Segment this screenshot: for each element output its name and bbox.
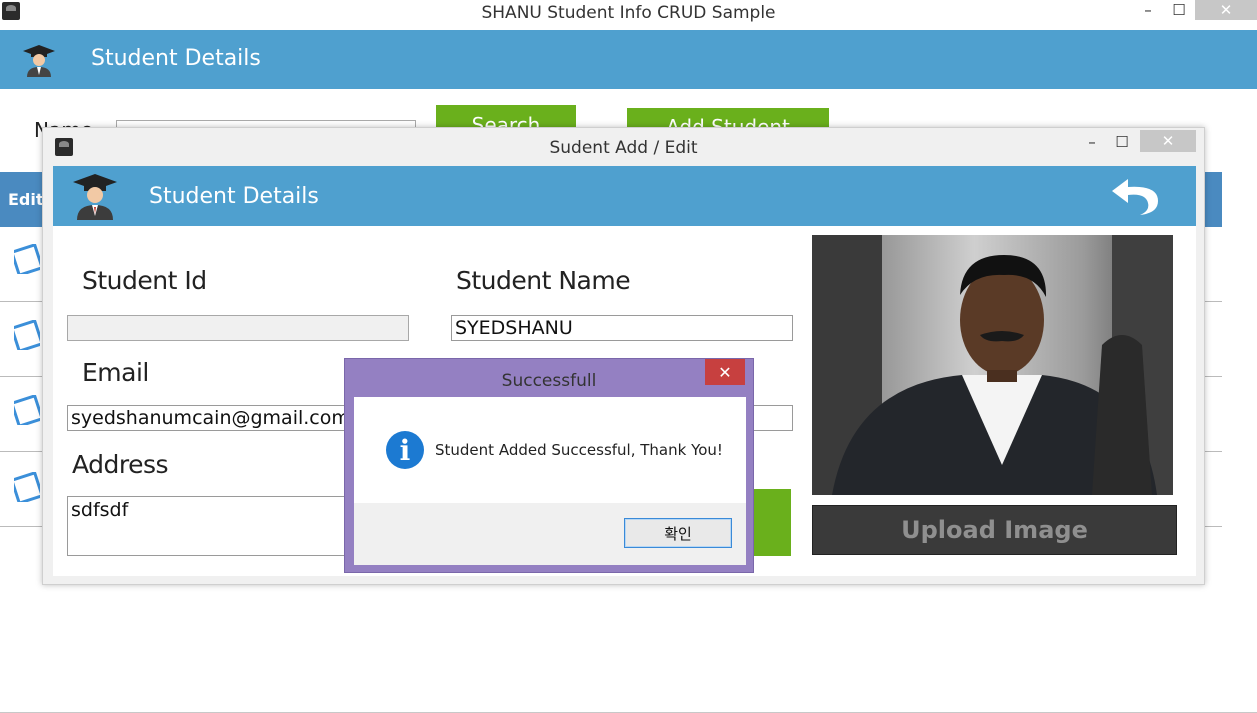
- main-header-title: Student Details: [91, 46, 261, 71]
- message-box-text: Student Added Successful, Thank You!: [435, 441, 723, 459]
- message-box-close-button[interactable]: ✕: [705, 359, 745, 385]
- main-header: Student Details: [0, 30, 1257, 89]
- minimize-button[interactable]: –: [1079, 132, 1105, 152]
- student-photo: [812, 235, 1173, 495]
- student-id-label: Student Id: [82, 266, 207, 295]
- email-label: Email: [82, 358, 149, 387]
- student-photo-image: [812, 235, 1173, 495]
- main-titlebar[interactable]: SHANU Student Info CRUD Sample – ☐ ✕: [0, 0, 1257, 28]
- graduate-icon: [23, 45, 55, 77]
- graduate-icon: [73, 174, 117, 220]
- main-window-title: SHANU Student Info CRUD Sample: [481, 3, 776, 23]
- maximize-button[interactable]: ☐: [1109, 132, 1135, 152]
- ok-button[interactable]: 확인: [624, 518, 732, 548]
- back-arrow-icon[interactable]: [1108, 175, 1162, 219]
- email-input[interactable]: syedshanumcain@gmail.com: [67, 405, 357, 431]
- minimize-button[interactable]: –: [1133, 0, 1163, 20]
- student-id-input[interactable]: [67, 315, 409, 341]
- edit-icon[interactable]: [14, 395, 40, 425]
- address-label: Address: [72, 450, 169, 479]
- student-name-input[interactable]: SYEDSHANU: [451, 315, 793, 341]
- edit-icon[interactable]: [14, 472, 40, 502]
- edit-header-title: Student Details: [149, 184, 319, 209]
- edit-window-title: Sudent Add / Edit: [549, 138, 698, 158]
- edit-icon[interactable]: [14, 320, 40, 350]
- address-input[interactable]: sdfsdf: [67, 496, 357, 556]
- upload-image-button[interactable]: Upload Image: [812, 505, 1177, 555]
- maximize-button[interactable]: ☐: [1165, 0, 1193, 20]
- info-icon: i: [386, 431, 424, 469]
- student-name-label: Student Name: [456, 266, 631, 295]
- edit-header: Student Details: [53, 166, 1196, 226]
- close-button[interactable]: ✕: [1140, 130, 1196, 152]
- edit-icon[interactable]: [14, 244, 40, 274]
- message-box-title: Successfull: [501, 371, 597, 391]
- grid-column-edit: Edit: [8, 190, 44, 209]
- close-button[interactable]: ✕: [1195, 0, 1257, 20]
